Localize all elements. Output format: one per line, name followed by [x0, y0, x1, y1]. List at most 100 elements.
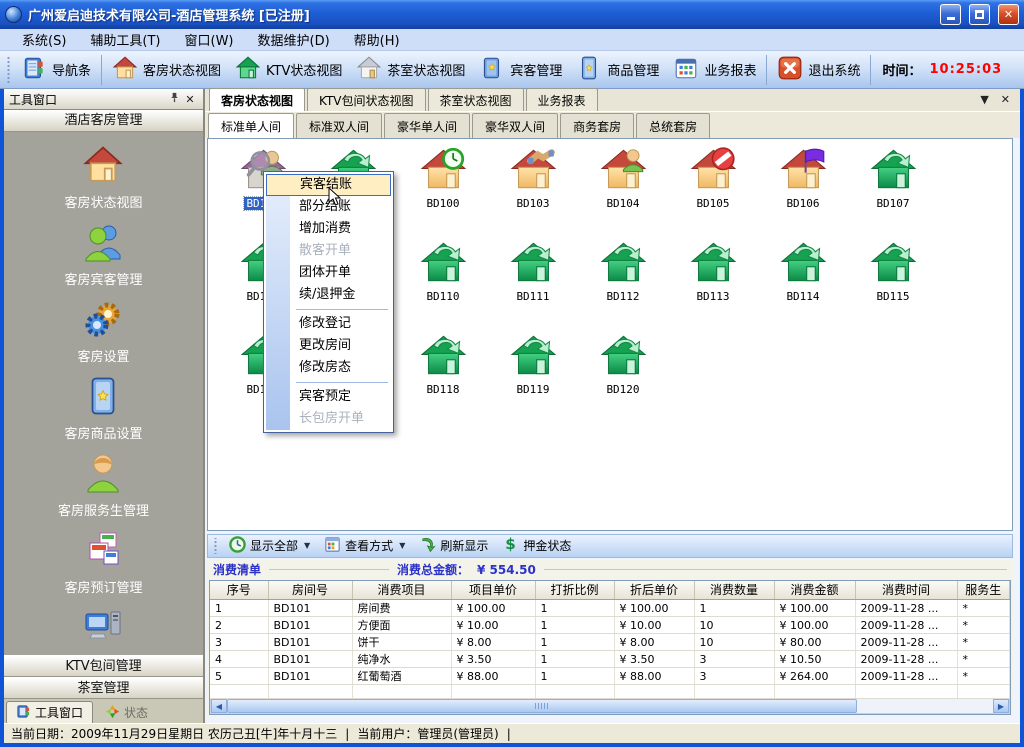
close-icon[interactable]: ✕	[1001, 93, 1010, 106]
room-type-tab-2[interactable]: 豪华单人间	[384, 113, 470, 138]
room-type-tab-1[interactable]: 标准双人间	[296, 113, 382, 138]
column-header-7[interactable]: 消费金额	[774, 581, 855, 600]
scrollbar-thumb[interactable]	[227, 699, 857, 713]
panel-toolbar-button-0[interactable]: 显示全部▼	[223, 535, 316, 557]
column-header-3[interactable]: 项目单价	[451, 581, 535, 600]
room-BD118[interactable]: BD118	[398, 332, 488, 425]
sidebar-tab-1[interactable]: 状态	[95, 701, 158, 723]
chevron-down-icon[interactable]: ▼	[980, 93, 988, 106]
room-BD105[interactable]: BD105	[668, 146, 758, 239]
menu-item-3[interactable]: 数据维护(D)	[246, 28, 342, 51]
menu-item-0[interactable]: 系统(S)	[10, 28, 78, 51]
cell: BD101	[268, 651, 352, 668]
toolbar-grip[interactable]	[213, 538, 218, 554]
scroll-right-button[interactable]: ▶	[993, 699, 1009, 713]
toolbar-grip[interactable]	[6, 57, 11, 83]
cell: ¥ 3.50	[451, 651, 535, 668]
room-type-tab-4[interactable]: 商务套房	[560, 113, 634, 138]
menu-item-1[interactable]: 辅助工具(T)	[78, 28, 172, 51]
room-BD120[interactable]: BD120	[578, 332, 668, 425]
room-BD110[interactable]: BD110	[398, 239, 488, 332]
column-header-2[interactable]: 消费项目	[352, 581, 451, 600]
table-row-1[interactable]: 2BD101方便面¥ 10.001¥ 10.0010¥ 100.002009-1…	[210, 617, 1010, 634]
section-header-ktv[interactable]: KTV包间管理	[4, 655, 203, 677]
doc-tab-1[interactable]: KTV包间状态视图	[307, 88, 425, 111]
context-menu-item-9[interactable]: 修改房态	[266, 357, 391, 379]
room-BD106[interactable]: BD106	[758, 146, 848, 239]
room-label: BD120	[604, 383, 641, 396]
room-status-icon-vacant	[690, 239, 737, 290]
column-header-8[interactable]: 消费时间	[855, 581, 957, 600]
toolbar-button-6[interactable]: 商品管理	[569, 53, 666, 87]
doc-tab-2[interactable]: 茶室状态视图	[428, 88, 524, 111]
section-header-hotel-rooms[interactable]: 酒店客房管理	[4, 110, 203, 132]
toolbar-button-3[interactable]: KTV状态视图	[228, 53, 349, 87]
close-icon: ✕	[1004, 8, 1013, 21]
doc-tab-0[interactable]: 客房状态视图	[209, 88, 305, 111]
sidebar-item-3[interactable]: 客房商品设置	[64, 375, 142, 442]
room-BD103[interactable]: BD103	[488, 146, 578, 239]
column-header-4[interactable]: 打折比例	[535, 581, 614, 600]
close-icon[interactable]: ✕	[182, 93, 198, 106]
minimize-button[interactable]	[940, 4, 961, 25]
room-BD107[interactable]: BD107	[848, 146, 938, 239]
room-BD119[interactable]: BD119	[488, 332, 578, 425]
toolbar-button-0[interactable]: 导航条	[14, 53, 98, 87]
toolbar-button-4[interactable]: 茶室状态视图	[349, 53, 472, 87]
column-header-6[interactable]: 消费数量	[694, 581, 774, 600]
section-header-tearoom[interactable]: 茶室管理	[4, 677, 203, 699]
context-menu-item-11[interactable]: 宾客预定	[266, 386, 391, 408]
table-row-2[interactable]: 3BD101饼干¥ 8.001¥ 8.0010¥ 80.002009-11-28…	[210, 634, 1010, 651]
context-menu-item-4[interactable]: 团体开单	[266, 262, 391, 284]
column-header-1[interactable]: 房间号	[268, 581, 352, 600]
close-button[interactable]: ✕	[998, 4, 1019, 25]
guests-people-icon	[82, 221, 124, 267]
table-row-4[interactable]: 5BD101红葡萄酒¥ 88.001¥ 88.003¥ 264.002009-1…	[210, 668, 1010, 685]
room-label: BD100	[424, 197, 461, 210]
room-BD114[interactable]: BD114	[758, 239, 848, 332]
column-header-0[interactable]: 序号	[210, 581, 268, 600]
sidebar-item-5[interactable]: 客房预订管理	[64, 529, 142, 596]
blue-box-icon	[82, 375, 124, 421]
toolbar-button-label: KTV状态视图	[266, 60, 342, 79]
toolbar-button-9[interactable]: 退出系统	[770, 53, 867, 87]
panel-toolbar-button-1[interactable]: 查看方式▼	[318, 535, 411, 557]
cell: ¥ 10.00	[614, 617, 694, 634]
room-BD112[interactable]: BD112	[578, 239, 668, 332]
sidebar-item-6[interactable]: 客房其他款项登记	[51, 606, 155, 655]
toolbar-button-5[interactable]: 宾客管理	[472, 53, 569, 87]
context-menu-item-8[interactable]: 更改房间	[266, 335, 391, 357]
sidebar-item-1[interactable]: 客房宾客管理	[64, 221, 142, 288]
room-type-tab-0[interactable]: 标准单人间	[208, 113, 294, 139]
context-menu-item-2[interactable]: 增加消费	[266, 218, 391, 240]
table-row-3[interactable]: 4BD101纯净水¥ 3.501¥ 3.503¥ 10.502009-11-28…	[210, 651, 1010, 668]
maximize-button[interactable]	[969, 4, 990, 25]
sidebar-tab-0[interactable]: 工具窗口	[6, 701, 93, 723]
panel-toolbar-button-3[interactable]: $押金状态	[496, 535, 577, 557]
sidebar-item-0[interactable]: 客房状态视图	[64, 144, 142, 211]
room-BD111[interactable]: BD111	[488, 239, 578, 332]
room-type-tab-3[interactable]: 豪华双人间	[472, 113, 558, 138]
table-row-0[interactable]: 1BD101房间费¥ 100.001¥ 100.001¥ 100.002009-…	[210, 600, 1010, 617]
room-type-tab-5[interactable]: 总统套房	[636, 113, 710, 138]
room-BD100[interactable]: BD100	[398, 146, 488, 239]
room-BD113[interactable]: BD113	[668, 239, 758, 332]
column-header-5[interactable]: 折后单价	[614, 581, 694, 600]
sidebar-item-2[interactable]: 客房设置	[77, 298, 129, 365]
toolbar-button-2[interactable]: 客房状态视图	[105, 53, 228, 87]
menu-item-4[interactable]: 帮助(H)	[342, 28, 412, 51]
sidebar-item-4[interactable]: 客房服务生管理	[58, 452, 149, 519]
doc-tab-3[interactable]: 业务报表	[526, 88, 598, 111]
panel-toolbar-button-2[interactable]: 刷新显示	[413, 535, 494, 557]
room-BD115[interactable]: BD115	[848, 239, 938, 332]
toolbar-button-7[interactable]: 业务报表	[666, 53, 763, 87]
context-menu-item-7[interactable]: 修改登记	[266, 313, 391, 335]
menu-item-2[interactable]: 窗口(W)	[173, 28, 246, 51]
pin-icon[interactable]	[166, 92, 182, 106]
status-divider: |	[345, 727, 349, 741]
column-header-9[interactable]: 服务生	[957, 581, 1010, 600]
scrollbar-track[interactable]	[857, 699, 993, 713]
room-BD104[interactable]: BD104	[578, 146, 668, 239]
scroll-left-button[interactable]: ◀	[211, 699, 227, 713]
context-menu-item-5[interactable]: 续/退押金	[266, 284, 391, 306]
